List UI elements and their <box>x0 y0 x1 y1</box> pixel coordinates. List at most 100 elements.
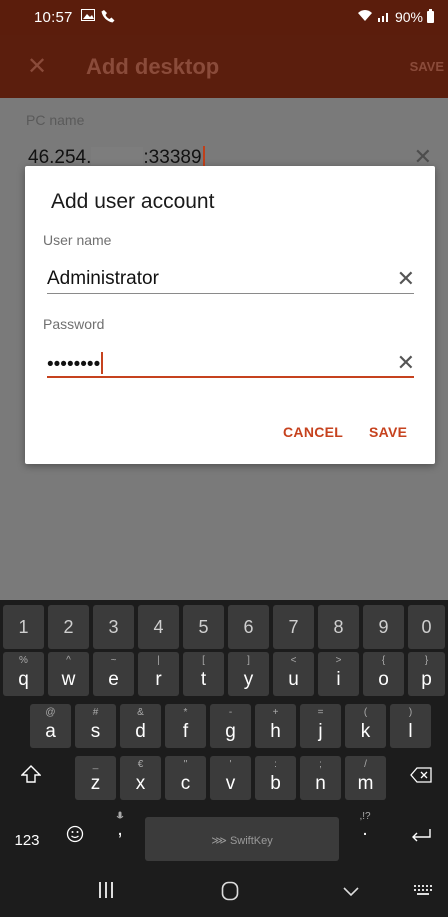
key-hint: ( <box>363 707 368 718</box>
key-hint: > <box>335 655 342 666</box>
key-label: 123 <box>14 832 40 849</box>
enter-key[interactable] <box>396 816 446 860</box>
key-v[interactable]: ' v <box>210 756 251 800</box>
key-c[interactable]: " c <box>165 756 206 800</box>
key-9[interactable]: 9 <box>363 605 404 649</box>
key-label: u <box>288 669 299 690</box>
key-label: z <box>90 773 101 794</box>
close-icon[interactable]: ✕ <box>27 52 47 81</box>
key-5[interactable]: 5 <box>183 605 224 649</box>
key-3[interactable]: 3 <box>93 605 134 649</box>
key-0[interactable]: 0 <box>408 605 445 649</box>
key-hint: ^ <box>66 655 71 666</box>
username-underline <box>47 293 414 294</box>
save-button[interactable]: SAVE <box>369 424 407 440</box>
key-h[interactable]: + h <box>255 704 296 748</box>
clear-username-icon[interactable]: ✕ <box>397 266 415 292</box>
key-hint: _ <box>92 759 99 770</box>
space-label: ⋙ SwiftKey <box>145 834 339 847</box>
key-hint: ; <box>319 759 322 770</box>
password-dots: •••••••• <box>47 354 101 375</box>
key-label: 4 <box>153 617 164 637</box>
key-m[interactable]: / m <box>345 756 386 800</box>
appbar-save-button[interactable]: SAVE <box>410 59 444 74</box>
clear-password-icon[interactable]: ✕ <box>397 350 415 376</box>
key-label: , <box>117 819 123 840</box>
key-a[interactable]: @ a <box>30 704 71 748</box>
key-e[interactable]: ~ e <box>93 652 134 696</box>
key-label: 8 <box>333 617 344 637</box>
key-6[interactable]: 6 <box>228 605 269 649</box>
key-7[interactable]: 7 <box>273 605 314 649</box>
key-w[interactable]: ^ w <box>48 652 89 696</box>
keyboard-hide-icon[interactable] <box>413 881 433 903</box>
key-hint: < <box>290 655 297 666</box>
key-2[interactable]: 2 <box>48 605 89 649</box>
key-hint: [ <box>202 655 205 666</box>
key-z[interactable]: _ z <box>75 756 116 800</box>
key-d[interactable]: & d <box>120 704 161 748</box>
key-label: j <box>318 721 323 742</box>
key-y[interactable]: ] y <box>228 652 269 696</box>
key-q[interactable]: % q <box>3 652 44 696</box>
key-1[interactable]: 1 <box>3 605 44 649</box>
home-icon[interactable] <box>221 881 239 907</box>
key-g[interactable]: -g <box>210 704 251 748</box>
back-icon[interactable] <box>343 881 359 903</box>
battery-percent: 90% <box>394 9 423 25</box>
backspace-key[interactable] <box>396 756 446 800</box>
key-8[interactable]: 8 <box>318 605 359 649</box>
key-x[interactable]: € x <box>120 756 161 800</box>
key-hint: + <box>272 707 279 718</box>
password-field[interactable]: •••••••• <box>47 352 104 376</box>
key-u[interactable]: < u <box>273 652 314 696</box>
swiftkey-label: SwiftKey <box>229 835 273 847</box>
key-label: 1 <box>18 617 29 637</box>
key-hint: - <box>228 707 233 718</box>
key-4[interactable]: 4 <box>138 605 179 649</box>
recents-icon[interactable] <box>98 881 114 905</box>
key-hint: : <box>274 759 277 770</box>
status-time: 10:57 <box>34 9 73 26</box>
key-hint: * <box>183 707 188 718</box>
key-o[interactable]: {o <box>363 652 404 696</box>
navigation-bar <box>0 867 448 917</box>
key-k[interactable]: (k <box>345 704 386 748</box>
key-hint: # <box>92 707 99 718</box>
key-j[interactable]: = j <box>300 704 341 748</box>
key-b[interactable]: :b <box>255 756 296 800</box>
battery-icon <box>427 9 434 23</box>
key-label: 9 <box>378 617 389 637</box>
key-label: b <box>270 773 281 794</box>
emoji-key[interactable] <box>55 816 95 860</box>
key-f[interactable]: * f <box>165 704 206 748</box>
key-label: o <box>378 669 389 690</box>
comma-key[interactable]: , <box>100 808 140 852</box>
key-label: q <box>18 669 29 690</box>
space-key[interactable]: ⋙ SwiftKey <box>145 817 339 861</box>
shift-icon <box>3 765 59 789</box>
key-label: i <box>336 669 341 690</box>
key-r[interactable]: | r <box>138 652 179 696</box>
key-i[interactable]: > i <box>318 652 359 696</box>
key-l[interactable]: ) l <box>390 704 431 748</box>
key-hint: ' <box>229 759 232 770</box>
app-bar: ✕ Add desktop SAVE <box>0 35 448 98</box>
key-s[interactable]: # s <box>75 704 116 748</box>
wifi-icon <box>357 9 373 25</box>
text-cursor <box>202 146 205 166</box>
key-p[interactable]: } p <box>408 652 445 696</box>
username-field[interactable]: Administrator <box>47 268 159 290</box>
call-icon <box>101 9 115 26</box>
key-label: c <box>180 773 191 794</box>
key-label: l <box>408 721 413 742</box>
period-key[interactable]: ,!? . <box>345 808 385 852</box>
cancel-button[interactable]: CANCEL <box>283 424 343 440</box>
key-n[interactable]: ; n <box>300 756 341 800</box>
key-hint: { <box>381 655 386 666</box>
key-t[interactable]: [t <box>183 652 224 696</box>
shift-key[interactable] <box>3 756 59 800</box>
numbers-key[interactable]: 123 <box>3 816 51 860</box>
status-bar: 10:57 90% <box>0 0 448 35</box>
gallery-icon <box>81 9 95 24</box>
